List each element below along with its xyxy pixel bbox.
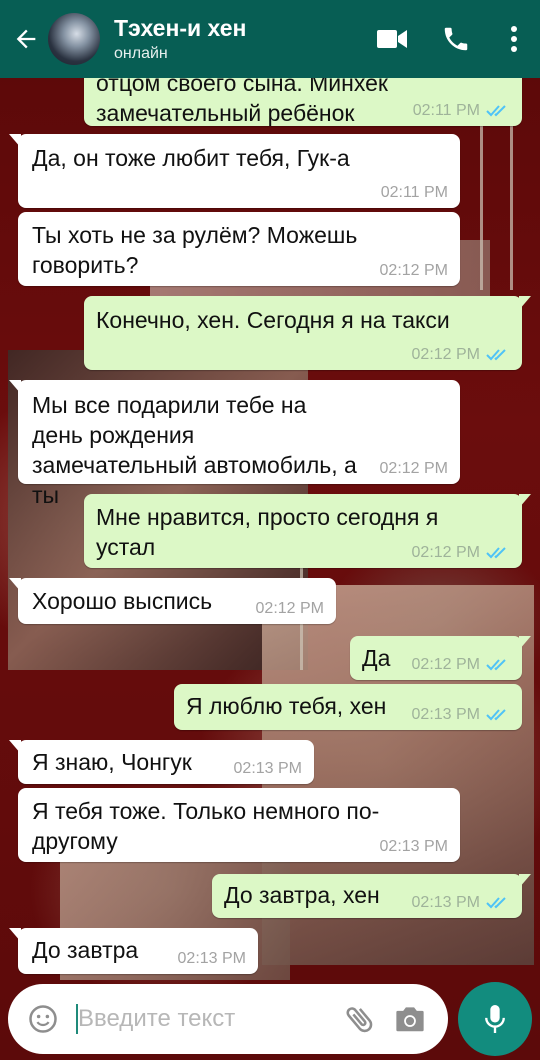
message-text: Да, он тоже любит тебя, Гук-а xyxy=(32,145,350,171)
message-incoming[interactable]: Хорошо выспись 02:12 PM xyxy=(9,578,336,624)
chat-header: Тэхен-и хен онлайн xyxy=(0,0,540,78)
video-call-button[interactable] xyxy=(360,0,424,78)
message-meta: 02:12 PM xyxy=(380,460,448,478)
message-meta: 02:13 PM xyxy=(412,706,510,724)
message-text: Конечно, хен. Сегодня я на такси xyxy=(96,307,450,333)
more-vert-icon xyxy=(511,26,517,52)
read-ticks-icon xyxy=(486,897,506,909)
message-outgoing[interactable]: Конечно, хен. Сегодня я на такси 02:12 P… xyxy=(84,296,531,370)
camera-icon xyxy=(396,1007,424,1032)
composer-bar: Введите текст xyxy=(0,978,540,1060)
message-outgoing[interactable]: Я люблю тебя, хен 02:13 PM xyxy=(174,684,522,730)
message-text: Ты хоть не за рулём? Можешь говорить? xyxy=(32,222,358,278)
contact-name: Тэхен-и хен xyxy=(114,14,247,41)
phone-icon xyxy=(444,27,468,51)
message-incoming[interactable]: Я тебя тоже. Только немного по-другому 0… xyxy=(18,788,460,862)
read-ticks-icon xyxy=(486,709,506,721)
message-meta: 02:11 PM xyxy=(381,184,448,202)
attach-icon xyxy=(346,1007,373,1033)
voice-record-button[interactable] xyxy=(458,982,532,1056)
read-ticks-icon xyxy=(486,659,506,671)
message-time: 02:11 PM xyxy=(380,184,448,201)
message-meta: 02:12 PM xyxy=(380,262,448,280)
message-time: 02:12 PM xyxy=(411,656,480,673)
message-time: 02:13 PM xyxy=(411,894,480,911)
message-outgoing[interactable]: Да 02:12 PM xyxy=(350,636,531,680)
contact-status: онлайн xyxy=(114,44,168,62)
emoji-icon xyxy=(29,1005,57,1033)
mic-icon xyxy=(485,1005,505,1033)
message-incoming[interactable]: Мы все подарили тебе на день рождения за… xyxy=(9,380,460,508)
message-time: 02:13 PM xyxy=(379,838,448,855)
back-button[interactable] xyxy=(4,0,48,78)
more-options-button[interactable] xyxy=(488,0,540,78)
camera-button[interactable] xyxy=(388,997,432,1041)
message-time: 02:13 PM xyxy=(411,706,480,723)
message-meta: 02:13 PM xyxy=(234,760,302,778)
read-ticks-icon xyxy=(486,349,506,361)
avatar[interactable] xyxy=(48,13,100,65)
message-list[interactable]: отцом своего сына. Минхек замечательный … xyxy=(0,78,540,978)
message-time: 02:11 PM xyxy=(412,102,480,119)
message-input[interactable]: Введите текст xyxy=(78,1005,338,1033)
attach-button[interactable] xyxy=(338,997,382,1041)
voice-call-button[interactable] xyxy=(424,0,488,78)
video-call-icon xyxy=(377,30,407,48)
message-meta: 02:12 PM xyxy=(256,600,324,618)
emoji-button[interactable] xyxy=(20,996,66,1042)
message-incoming[interactable]: Я знаю, Чонгук 02:13 PM xyxy=(9,740,314,784)
message-input-container: Введите текст xyxy=(8,984,448,1054)
message-time: 02:12 PM xyxy=(411,346,480,363)
contact-info[interactable]: Тэхен-и хен онлайн xyxy=(114,14,360,65)
message-time: 02:13 PM xyxy=(177,950,246,967)
message-meta: 02:12 PM xyxy=(412,656,510,674)
message-incoming[interactable]: Да, он тоже любит тебя, Гук-а 02:11 PM xyxy=(9,134,460,208)
read-ticks-icon xyxy=(486,547,506,559)
message-text: Мы все подарили тебе на день рождения за… xyxy=(32,392,357,508)
message-time: 02:12 PM xyxy=(411,544,480,561)
message-meta: 02:11 PM xyxy=(413,102,510,120)
back-arrow-icon xyxy=(16,29,36,49)
message-meta: 02:13 PM xyxy=(178,950,246,968)
message-outgoing[interactable]: отцом своего сына. Минхек замечательный … xyxy=(84,78,522,126)
message-time: 02:12 PM xyxy=(255,600,324,617)
message-outgoing[interactable]: До завтра, хен 02:13 PM xyxy=(212,874,531,918)
message-meta: 02:13 PM xyxy=(412,894,510,912)
message-text: Я тебя тоже. Только немного по-другому xyxy=(32,798,380,854)
message-outgoing[interactable]: Мне нравится, просто сегодня я устал 02:… xyxy=(84,494,531,568)
read-ticks-icon xyxy=(486,105,506,117)
message-incoming[interactable]: До завтра 02:13 PM xyxy=(9,928,258,974)
message-meta: 02:12 PM xyxy=(412,346,510,364)
message-text: отцом своего сына. Минхек замечательный … xyxy=(96,78,388,126)
message-time: 02:12 PM xyxy=(379,262,448,279)
message-time: 02:13 PM xyxy=(233,760,302,777)
message-meta: 02:13 PM xyxy=(380,838,448,856)
message-time: 02:12 PM xyxy=(379,460,448,477)
message-incoming[interactable]: Ты хоть не за рулём? Можешь говорить? 02… xyxy=(18,212,460,286)
message-meta: 02:12 PM xyxy=(412,544,510,562)
